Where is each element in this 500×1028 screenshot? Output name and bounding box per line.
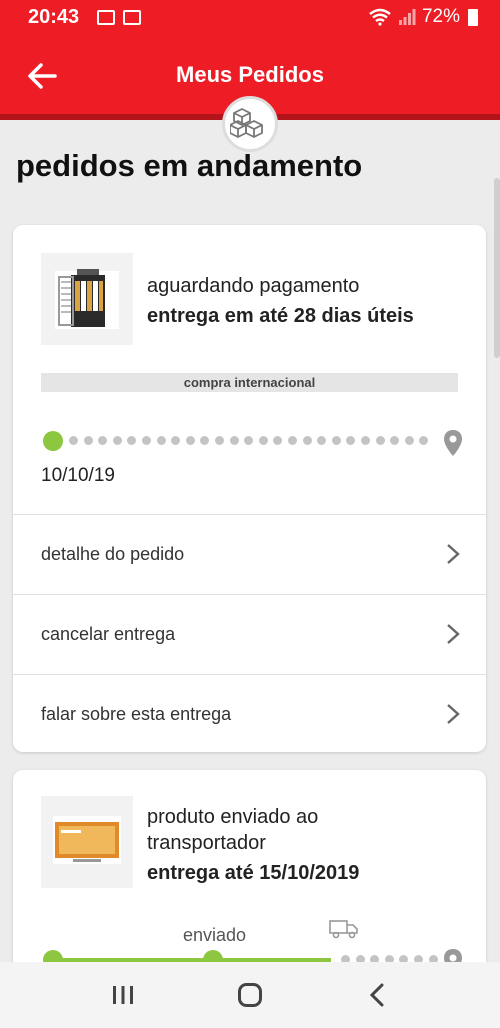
progress-step-pending bbox=[258, 436, 268, 445]
progress-step-pending bbox=[419, 436, 429, 445]
progress-step-complete bbox=[43, 431, 63, 451]
progress-step-pending bbox=[171, 436, 181, 445]
international-badge: compra internacional bbox=[41, 373, 458, 392]
recent-apps-button[interactable] bbox=[93, 970, 153, 1020]
progress-step-pending bbox=[156, 436, 166, 445]
wifi-icon bbox=[369, 8, 391, 26]
stage-label: enviado bbox=[183, 925, 247, 945]
delivery-estimate: entrega em até 28 dias úteis bbox=[147, 305, 414, 327]
boxes-icon bbox=[222, 96, 278, 152]
product-image-icon bbox=[53, 816, 121, 864]
order-status-line2: transportador bbox=[147, 832, 266, 854]
gallery-notification-icon bbox=[97, 9, 116, 25]
progress-step-pending bbox=[142, 436, 151, 445]
progress-step-pending bbox=[69, 436, 78, 445]
progress-step-pending bbox=[404, 436, 414, 445]
chevron-right-icon bbox=[447, 704, 460, 724]
progress-step-pending bbox=[346, 436, 356, 445]
voicemail-notification-icon bbox=[123, 9, 142, 25]
signal-icon bbox=[398, 9, 416, 25]
recent-apps-icon bbox=[113, 986, 134, 1004]
progress-step-pending bbox=[302, 436, 312, 445]
order-date: 10/10/19 bbox=[41, 465, 115, 486]
battery-percent: 72% bbox=[421, 6, 460, 27]
order-status-label: aguardando pagamento bbox=[147, 275, 360, 297]
section-title: pedidos em andamento bbox=[16, 148, 363, 183]
order-detail-link[interactable]: detalhe do pedido bbox=[13, 514, 486, 594]
progress-step-pending bbox=[127, 436, 137, 445]
progress-step-pending bbox=[244, 436, 254, 445]
contact-about-delivery-link[interactable]: falar sobre esta entrega bbox=[13, 674, 486, 752]
progress-step-pending bbox=[98, 436, 108, 445]
progress-step-pending bbox=[185, 436, 195, 445]
progress-step-pending bbox=[273, 436, 283, 445]
order-status: produto enviado ao transportador entrega… bbox=[147, 804, 359, 886]
chevron-right-icon bbox=[447, 624, 460, 644]
scrollbar[interactable] bbox=[494, 178, 500, 358]
cancel-delivery-label: cancelar entrega bbox=[41, 624, 176, 644]
system-nav-bar bbox=[0, 962, 500, 1028]
contact-about-delivery-label: falar sobre esta entrega bbox=[41, 704, 232, 724]
cancel-delivery-link[interactable]: cancelar entrega bbox=[13, 594, 486, 674]
status-right: 72% bbox=[368, 6, 478, 28]
back-nav-button[interactable] bbox=[347, 970, 407, 1020]
progress-step-pending bbox=[229, 436, 239, 445]
progress-step-pending bbox=[200, 436, 210, 445]
product-image-icon bbox=[55, 269, 119, 329]
progress-step-pending bbox=[361, 436, 370, 445]
status-time: 20:43 bbox=[28, 5, 80, 28]
progress-step-pending bbox=[83, 436, 93, 445]
progress-step-pending bbox=[317, 436, 327, 445]
progress-step-pending bbox=[375, 436, 385, 445]
order-status-line1: produto enviado ao bbox=[147, 806, 319, 828]
chevron-right-icon bbox=[447, 544, 460, 564]
delivery-estimate: entrega até 15/10/2019 bbox=[147, 862, 360, 884]
order-status: aguardando pagamento entrega em até 28 d… bbox=[147, 273, 414, 329]
tracking-progress bbox=[41, 429, 462, 457]
product-thumbnail[interactable] bbox=[41, 253, 133, 345]
status-bar: 20:43 72% bbox=[0, 0, 500, 34]
progress-step-pending bbox=[331, 436, 341, 445]
chevron-left-icon bbox=[369, 983, 384, 1007]
order-card: aguardando pagamento entrega em até 28 d… bbox=[13, 225, 486, 752]
progress-step-pending bbox=[215, 436, 224, 445]
location-pin-icon bbox=[444, 430, 462, 456]
progress-step-pending bbox=[112, 436, 122, 445]
progress-step-pending bbox=[390, 436, 400, 445]
truck-icon bbox=[329, 920, 358, 939]
battery-icon bbox=[468, 8, 478, 26]
home-button[interactable] bbox=[220, 970, 280, 1020]
product-thumbnail[interactable] bbox=[41, 796, 133, 888]
progress-step-pending bbox=[288, 436, 297, 445]
home-icon bbox=[237, 983, 262, 1007]
order-detail-label: detalhe do pedido bbox=[41, 544, 185, 564]
page-title: Meus Pedidos bbox=[176, 62, 324, 87]
